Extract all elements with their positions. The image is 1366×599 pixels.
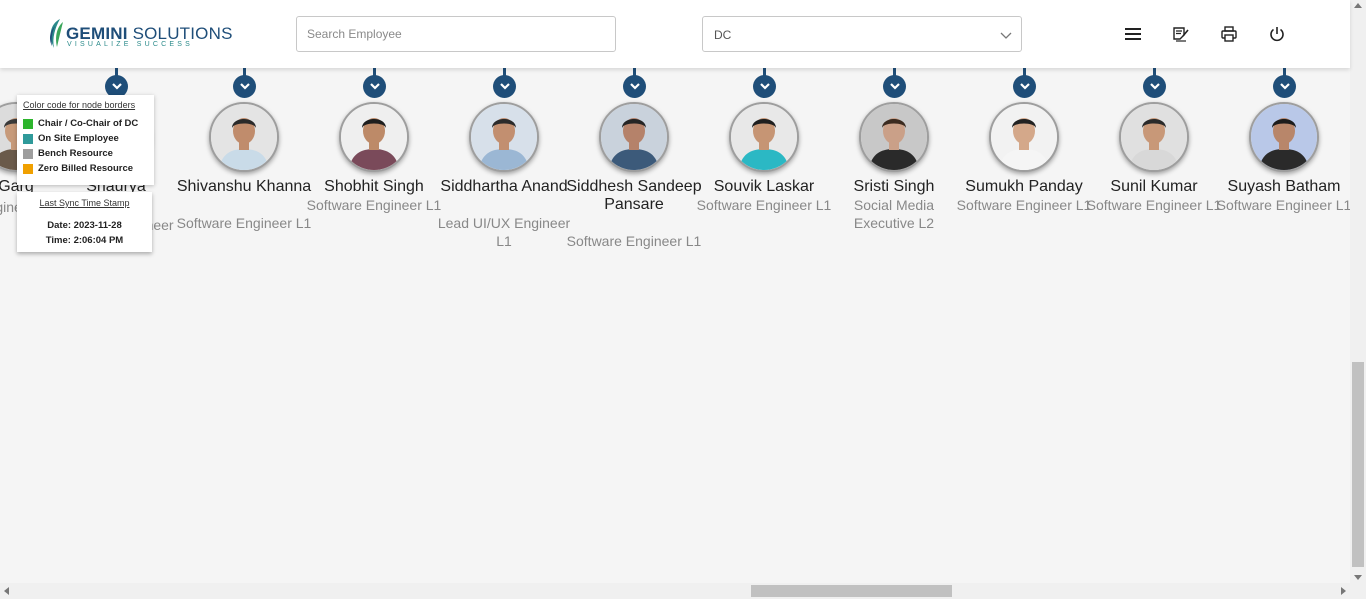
employee-name: Siddhesh Sandeep Pansare [566,178,702,213]
person-photo-icon [471,104,537,170]
department-select-value: DC [714,28,732,42]
department-select[interactable]: DC [702,16,1022,52]
chevron-down-icon [1149,83,1160,90]
expand-toggle[interactable] [1143,75,1166,98]
scroll-right-arrow-icon[interactable] [1341,587,1346,595]
employee-avatar[interactable] [1119,102,1189,172]
person-photo-icon [1251,104,1317,170]
legend-item: On Site Employee [23,131,154,146]
employee-name: Suyash Batham [1227,178,1341,195]
person-photo-icon [601,104,667,170]
person-photo-icon [991,104,1057,170]
horizontal-scroll-thumb[interactable] [751,585,952,597]
chevron-down-icon [889,83,900,90]
legend-swatch [23,148,33,159]
person-photo-icon [211,104,277,170]
legend-item: Chair / Co-Chair of DC [23,116,154,131]
employee-avatar[interactable] [1249,102,1319,172]
employee-name: Sunil Kumar [1110,178,1198,195]
legend-title: Color code for node borders [23,100,136,110]
scroll-left-arrow-icon[interactable] [4,587,9,595]
employee-avatar[interactable] [989,102,1059,172]
employee-avatar[interactable] [469,102,539,172]
chevron-down-icon [239,83,250,90]
expand-toggle[interactable] [493,75,516,98]
expand-toggle[interactable] [883,75,906,98]
employee-avatar[interactable] [599,102,669,172]
chevron-down-icon [629,83,640,90]
employee-role: Software Engineer L1 [566,233,702,249]
legend-item: Bench Resource [23,146,154,161]
employee-avatar[interactable] [209,102,279,172]
border-color-legend: Color code for node borders Chair / Co-C… [17,95,154,185]
search-employee-input[interactable] [296,16,616,52]
sync-time: Time: 2:06:04 PM [45,235,124,246]
employee-role: Lead UI/UX Engineer L1 [437,215,571,249]
employee-role: Software Engineer L1 [696,197,832,213]
printer-icon [1221,26,1237,42]
expand-toggle[interactable] [623,75,646,98]
employee-role: Social Media Executive L2 [853,197,935,231]
legend-swatch [23,118,33,129]
legend-label: On Site Employee [38,133,119,144]
employee-name: Siddhartha Anand [440,178,568,195]
expand-toggle[interactable] [1273,75,1296,98]
notes-button[interactable] [1171,24,1191,44]
employee-name: Sristi Singh [853,178,935,195]
legend-swatch [23,133,33,144]
legend-label: Chair / Co-Chair of DC [38,118,139,129]
legend-swatch [23,163,33,174]
sync-date: Date: 2023-11-28 [47,220,122,231]
employee-name: Sumukh Panday [965,178,1083,195]
print-button[interactable] [1219,24,1239,44]
vertical-scroll-thumb[interactable] [1352,362,1364,567]
legend-item: Zero Billed Resource [23,161,154,176]
horizontal-scrollbar[interactable] [0,583,1350,599]
legend-label: Bench Resource [38,148,113,159]
chevron-down-icon [759,83,770,90]
person-photo-icon [731,104,797,170]
sync-title: Last Sync Time Stamp [39,198,130,208]
menu-icon [1125,28,1141,40]
company-logo[interactable]: GEMINI SOLUTIONS VISUALIZE SUCCESS [46,18,232,52]
leaf-logo-icon [50,19,63,48]
logout-button[interactable] [1267,24,1287,44]
scroll-up-arrow-icon[interactable] [1354,3,1362,8]
vertical-scrollbar[interactable] [1350,0,1366,583]
employee-name: Shivanshu Khanna [176,178,312,195]
employee-avatar[interactable] [339,102,409,172]
notes-icon [1173,27,1189,42]
employee-avatar[interactable] [729,102,799,172]
person-photo-icon [341,104,407,170]
employee-name: Souvik Laskar [713,178,815,195]
chevron-down-icon [1000,32,1012,39]
legend-label: Zero Billed Resource [38,163,134,174]
scrollbar-corner [1350,583,1366,599]
employee-avatar[interactable] [859,102,929,172]
employee-role: Software Engineer L1 [1086,197,1222,213]
chevron-down-icon [499,83,510,90]
employee-role: Software Engineer L1 [1216,197,1352,213]
person-photo-icon [1121,104,1187,170]
expand-toggle[interactable] [1013,75,1036,98]
top-header: GEMINI SOLUTIONS VISUALIZE SUCCESS DC [0,0,1350,68]
menu-button[interactable] [1123,24,1143,44]
company-tagline: VISUALIZE SUCCESS [67,41,193,48]
employee-name: Shobhit Singh [324,178,424,195]
expand-toggle[interactable] [753,75,776,98]
chevron-down-icon [1279,83,1290,90]
chevron-down-icon [111,83,122,90]
employee-role: Software Engineer L1 [956,197,1092,213]
sync-timestamp-panel: Last Sync Time Stamp Date: 2023-11-28 Ti… [17,192,152,252]
chevron-down-icon [369,83,380,90]
chevron-down-icon [1019,83,1030,90]
expand-toggle[interactable] [233,75,256,98]
power-icon [1270,27,1284,42]
scroll-down-arrow-icon[interactable] [1354,575,1362,580]
employee-role: Software Engineer L1 [176,215,312,231]
expand-toggle[interactable] [363,75,386,98]
person-photo-icon [861,104,927,170]
employee-role: Software Engineer L1 [306,197,442,213]
